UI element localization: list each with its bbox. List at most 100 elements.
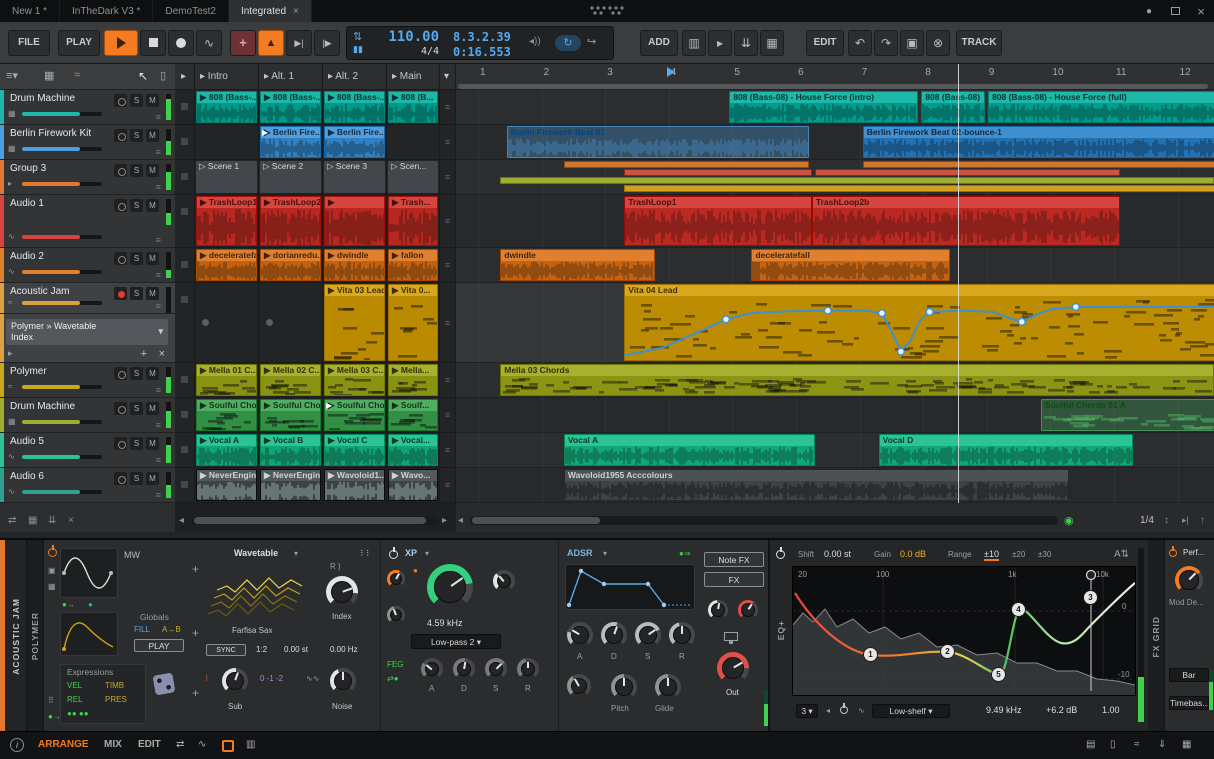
group-summary-segment[interactable] [563,161,809,168]
pointer-tool-icon[interactable]: ↖ [138,69,148,83]
record-arm-button[interactable] [114,437,127,450]
clip-slot[interactable]: ▶ Berlin Fire... [323,125,387,160]
solo-button[interactable]: S [130,252,143,265]
info-button[interactable]: i [10,738,24,752]
launcher-clip[interactable]: ▶ Vocal C [324,434,385,466]
arranger-clip[interactable]: Wavoloid1955 Acccolours [563,469,1070,501]
oscillator-display[interactable] [60,548,118,598]
mod-route-icon[interactable]: ●→ [48,712,61,721]
globals-play-button[interactable]: PLAY [134,639,184,652]
clip-stop-cell[interactable] [175,195,195,248]
mute-button[interactable]: M [146,287,159,300]
stop-button[interactable] [140,30,166,56]
pitch-knob[interactable] [611,674,637,700]
modulators-icon[interactable]: ⠿ [48,696,54,705]
sub-octave-selector[interactable]: 0 -1 -2 [260,674,283,683]
punch-out-icon[interactable]: |▶ [314,30,340,56]
launcher-clip[interactable]: ▶ Vita 0... [388,284,438,361]
device-power-icon[interactable] [48,548,57,557]
undo-icon[interactable]: ↶ [848,30,872,56]
volume-fader[interactable] [22,182,102,186]
alt-cell[interactable]: ≡ [440,125,456,160]
mute-button[interactable]: M [146,402,159,415]
amp-decay-knob[interactable] [601,622,627,648]
adsr-chevron-icon[interactable]: ▾ [603,549,607,558]
track-menu-icon[interactable]: ≡ [156,147,161,157]
follow-playhead-icon[interactable]: ↪ [587,35,596,48]
add-expression-button[interactable]: + [192,686,199,700]
filter-drive-knob[interactable] [387,570,405,588]
document-tab[interactable]: Integrated × [228,0,312,22]
playhead[interactable] [958,64,960,503]
launcher-column-header[interactable]: ▸ Alt. 1 [259,64,323,90]
wavetable-index-knob[interactable] [326,576,358,608]
filter-mode-dropdown[interactable]: Low-pass 2 ▾ [411,634,501,649]
launcher-column-header[interactable]: ▸ Main [387,64,440,90]
redo-icon[interactable]: ↷ [874,30,898,56]
filter-feg-label[interactable]: FEG [387,660,403,669]
solo-button[interactable]: S [130,199,143,212]
launcher-clip[interactable]: ▶ Vita 03 Lead [324,284,385,361]
arranger-clip[interactable]: 808 (Bass-08) [921,91,985,123]
launcher-column-header[interactable]: ▸ Intro [195,64,259,90]
track-row[interactable]: Acoustic Jam ≈ S M ≡ [0,283,175,314]
timeline-ruler[interactable] [456,64,1214,90]
arranger-clip[interactable]: Vocal A [563,434,816,466]
mute-button[interactable]: M [146,367,159,380]
eq-band-power-icon[interactable] [840,706,848,714]
wavetable-3d-display[interactable] [206,562,302,624]
volume-fader[interactable] [22,455,102,459]
filter-env-r-knob[interactable] [517,658,539,680]
alt-cell[interactable]: ≡ [440,160,456,195]
arranger-clip[interactable]: deceleratefall [751,249,950,281]
sync-button[interactable]: SYNC [206,644,246,656]
arranger-clip[interactable]: Berlin Firework Beat 01 [506,126,809,158]
launcher-clip[interactable]: ▶ dwindle [324,249,385,281]
eq-range-20[interactable]: ±20 [1012,550,1025,559]
edit-menu-button[interactable]: EDIT [806,30,844,56]
track-menu-icon[interactable]: ≡ [156,301,161,311]
filter-cutoff-value[interactable]: 4.59 kHz [427,618,463,628]
launcher-clip[interactable]: ▶ fallon [388,249,438,281]
clip-slot[interactable]: ▶ Vocal... [387,433,440,468]
clip-slot[interactable] [195,125,259,160]
eq-band-shape-icon[interactable]: ∿ [858,706,865,715]
track-menu-icon[interactable]: ≡ [156,490,161,500]
add-device-button[interactable]: + [141,348,147,360]
mute-button[interactable]: M [146,252,159,265]
group-summary-segment[interactable] [862,161,1214,168]
group-scene-clip[interactable]: ▷ Scen... [388,161,438,193]
launcher-clip[interactable]: ▶ ▶ Berlin Fire... [260,126,321,158]
duplicate-icon[interactable]: ▣ [900,30,924,56]
clip-slot[interactable] [259,283,323,363]
volume-fader[interactable] [22,301,102,305]
punch-in-icon[interactable]: ▶| [286,30,312,56]
launcher-clip[interactable]: ▶ Vocal A [196,434,257,466]
fx-grid-preset-name[interactable]: Perf... [1183,548,1204,557]
volume-fader[interactable] [22,385,102,389]
clip-slot[interactable]: ▶ Vita 03 Lead [323,283,387,363]
arrange-view-button[interactable]: ARRANGE [38,739,89,750]
noise-level-knob[interactable] [330,668,356,694]
automation-write-icon[interactable]: ∿ [196,30,222,56]
clip-slot[interactable] [195,283,259,363]
play-mode-button[interactable]: PLAY [58,30,100,56]
wavetable-title[interactable]: Wavetable [234,548,278,558]
filter-chevron-icon[interactable]: ▾ [425,549,429,558]
record-arm-button[interactable] [114,472,127,485]
fx-grid-timebase-button[interactable]: Timebas... [1169,696,1209,710]
globals-ab-button[interactable]: A→B [162,625,181,634]
record-arm-button[interactable] [114,287,127,300]
clip-slot[interactable]: ▶ fallon [387,248,440,283]
grid-small-icon[interactable]: ▦ [28,515,37,526]
arranger-clip[interactable]: Berlin Firework Beat 02-bounce-1 [862,126,1214,158]
device-remote-icon[interactable]: ▣ [48,566,56,575]
track-row[interactable]: Group 3 ▸ S M ≡ [0,160,175,195]
track-row[interactable]: Audio 1 ∿ S M ≡ [0,195,175,248]
alt-cell[interactable]: ≡ [440,248,456,283]
retrig-icon[interactable]: R ) [330,562,341,571]
launcher-clip[interactable]: ▶ Wavoloid1... [324,469,385,501]
launcher-clip[interactable]: ▶ Vocal... [388,434,438,466]
launcher-hscroll-track[interactable] [192,516,438,525]
fx-send-a-knob[interactable] [708,600,728,620]
